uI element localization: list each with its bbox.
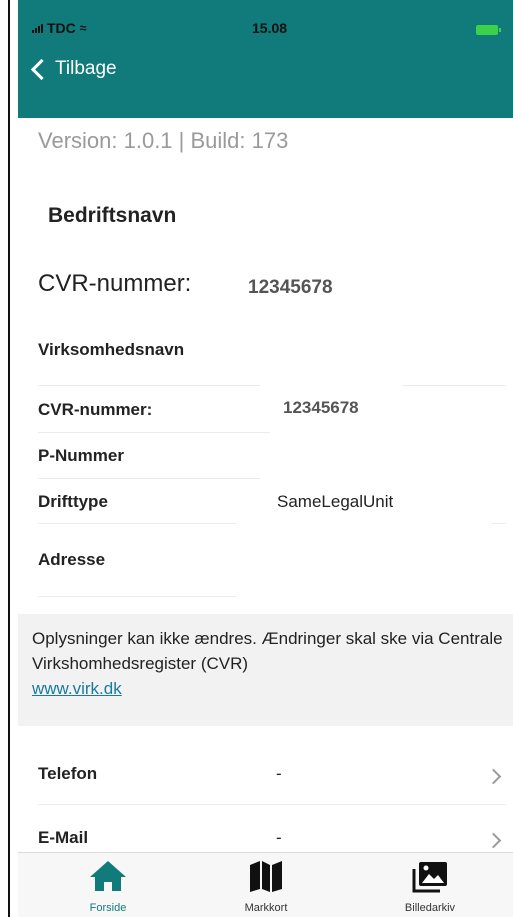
row-divider bbox=[38, 478, 260, 479]
tab-bar: Forside Markkort Billedarkiv bbox=[18, 852, 513, 917]
wifi-icon: ≈ bbox=[79, 21, 87, 35]
back-label: Tilbage bbox=[55, 58, 117, 79]
tab-billedarkiv[interactable]: Billedarkiv bbox=[370, 853, 490, 917]
chevron-left-icon bbox=[30, 58, 53, 80]
battery-icon bbox=[476, 25, 501, 35]
status-carrier-group: TDC ≈ bbox=[32, 20, 86, 36]
row-divider bbox=[38, 804, 506, 805]
virk-link[interactable]: www.virk.dk bbox=[32, 679, 122, 698]
status-time: 15.08 bbox=[252, 20, 288, 36]
tab-markkort[interactable]: Markkort bbox=[206, 853, 326, 917]
row-divider bbox=[492, 523, 506, 524]
company-title: Bedriftsnavn bbox=[48, 204, 177, 227]
detail-label-p-nummer: P-Nummer bbox=[38, 446, 124, 465]
info-text-block: Oplysninger kan ikke ændres. Ændringer s… bbox=[32, 626, 510, 701]
photos-icon bbox=[412, 862, 447, 893]
row-divider bbox=[38, 432, 270, 433]
row-divider bbox=[38, 385, 260, 386]
telefon-label: Telefon bbox=[38, 764, 98, 783]
detail-label-cvr: CVR-nummer: bbox=[38, 400, 153, 419]
telefon-value: - bbox=[276, 764, 282, 783]
row-divider bbox=[38, 523, 236, 524]
tab-label-forside: Forside bbox=[89, 902, 127, 914]
email-label: E-Mail bbox=[38, 828, 89, 847]
detail-label-virksomhedsnavn: Virksomhedsnavn bbox=[38, 340, 185, 359]
map-icon bbox=[250, 861, 282, 892]
chevron-right-icon bbox=[485, 832, 502, 849]
detail-value-cvr: 12345678 bbox=[283, 398, 359, 417]
frame-edge bbox=[8, 0, 10, 917]
row-divider bbox=[402, 385, 506, 386]
app-header: TDC ≈ 15.08 Tilbage bbox=[18, 0, 513, 118]
version-text: Version: 1.0.1 | Build: 173 bbox=[38, 128, 289, 153]
detail-label-adresse: Adresse bbox=[38, 550, 106, 569]
carrier-name: TDC bbox=[47, 20, 76, 36]
info-message: Oplysninger kan ikke ændres. Ændringer s… bbox=[32, 629, 503, 673]
telefon-row[interactable]: Telefon - bbox=[18, 744, 513, 804]
home-icon bbox=[90, 861, 126, 891]
tab-forside[interactable]: Forside bbox=[48, 853, 168, 917]
chevron-right-icon bbox=[485, 768, 502, 785]
app-screen: TDC ≈ 15.08 Tilbage Version: 1.0.1 | Bui… bbox=[0, 0, 513, 917]
cvr-summary-value: 12345678 bbox=[248, 277, 333, 298]
cvr-summary-label: CVR-nummer: bbox=[38, 270, 192, 297]
detail-value-drifttype: SameLegalUnit bbox=[277, 492, 394, 511]
back-button[interactable]: Tilbage bbox=[28, 58, 117, 80]
email-value: - bbox=[276, 828, 282, 847]
info-panel: Oplysninger kan ikke ændres. Ændringer s… bbox=[18, 614, 513, 726]
row-divider bbox=[38, 596, 236, 597]
tab-label-markkort: Markkort bbox=[244, 902, 288, 914]
status-bar: TDC ≈ 15.08 bbox=[0, 12, 513, 42]
signal-icon bbox=[32, 23, 43, 33]
tab-label-billedarkiv: Billedarkiv bbox=[404, 902, 456, 914]
detail-label-drifttype: Drifttype bbox=[38, 492, 108, 511]
